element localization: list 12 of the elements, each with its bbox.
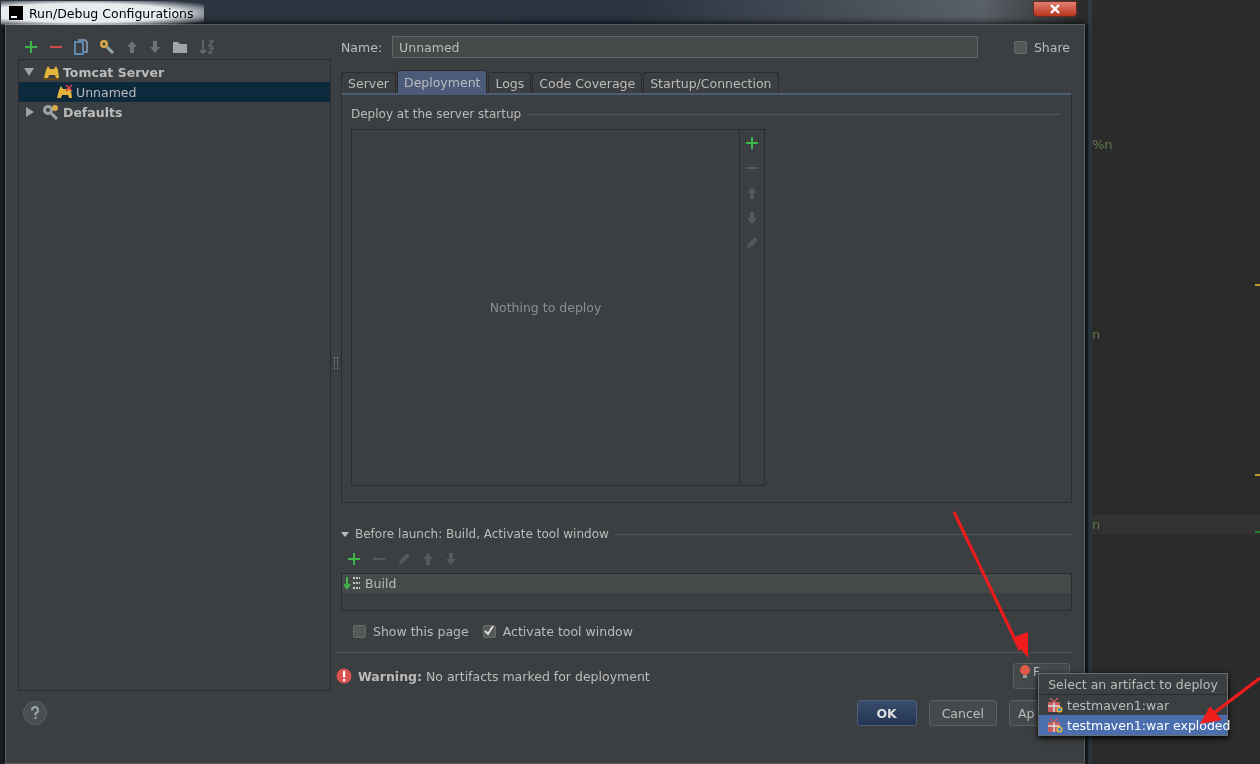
code-line: n xyxy=(1092,326,1102,344)
option-label: Show this page xyxy=(373,623,469,639)
empty-text: Nothing to deploy xyxy=(489,300,602,315)
popup-title: Select an artifact to deploy xyxy=(1039,674,1227,695)
section-title: Deploy at the server startup xyxy=(351,107,522,121)
warning-message: Warning: No artifacts marked for deployment xyxy=(358,668,650,684)
option-label: Activate tool window xyxy=(502,623,633,639)
section-title: Before launch: Build, Activate tool window xyxy=(355,527,609,541)
share-label: Share xyxy=(1033,39,1070,55)
window-title: Run/Debug Configurations xyxy=(29,5,194,21)
code-line: %n xyxy=(1092,136,1114,154)
name-label: Name: xyxy=(341,39,383,55)
